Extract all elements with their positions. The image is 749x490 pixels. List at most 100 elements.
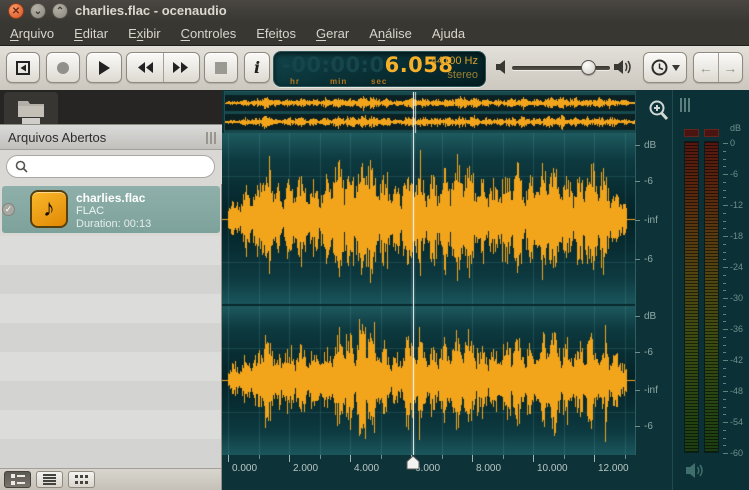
play-button[interactable]: [86, 52, 122, 83]
meter-tick: [723, 453, 728, 454]
panel-tab-strip: [0, 90, 222, 124]
time-tick: [472, 455, 473, 462]
meter-scale-label: -60: [730, 448, 744, 458]
time-tick-minor: [564, 455, 565, 459]
info-button[interactable]: i: [244, 52, 270, 83]
time-tick: [533, 455, 534, 462]
view-mode-toolbar: [0, 468, 221, 490]
meter-scale-label: 0: [730, 138, 736, 148]
clip-indicator-right: [704, 129, 719, 137]
menu-item-controles[interactable]: Controles: [171, 26, 247, 41]
monitor-speaker-icon[interactable]: [686, 462, 708, 479]
panel-header: Arquivos Abertos: [0, 124, 222, 150]
forward-button[interactable]: →: [717, 53, 743, 82]
meter-scale-label: -54: [730, 417, 744, 427]
time-unit-hr: hr: [290, 77, 300, 86]
meter-tick: [723, 445, 726, 446]
menu-item-analise[interactable]: Análise: [359, 26, 422, 41]
db-tick: [635, 259, 640, 260]
time-tick-label: 12.000: [598, 463, 629, 474]
panel-grip-handle[interactable]: [206, 132, 216, 144]
time-tick-minor: [381, 455, 382, 459]
file-list-item[interactable]: ♪ charlies.flac FLAC Duration: 00:13: [2, 186, 220, 233]
history-buttons: ← →: [693, 52, 743, 83]
meter-tick: [723, 306, 726, 307]
main-waveform[interactable]: [222, 133, 635, 455]
meter-tick: [723, 252, 726, 253]
menu-item-editar[interactable]: Editar: [64, 26, 118, 41]
file-active-check-badge[interactable]: ✓: [2, 203, 15, 216]
music-note-icon: ♪: [43, 195, 55, 222]
volume-low-icon: [496, 60, 505, 74]
meter-scale-label: -24: [730, 262, 744, 272]
fast-forward-button[interactable]: [162, 53, 200, 82]
file-format: FLAC: [76, 205, 105, 217]
db-tick: [635, 220, 640, 221]
record-icon: [57, 61, 69, 74]
search-box[interactable]: [6, 155, 215, 178]
channel-mode-label: stereo: [447, 69, 478, 81]
meter-scale-label: -12: [730, 200, 744, 210]
rewind-button[interactable]: [127, 53, 163, 82]
fast-forward-icon: [173, 62, 189, 73]
time-ruler[interactable]: 0.000 2.000 4.000 6.000 8.000 10.000 12.000: [222, 455, 672, 490]
time-tick-label: 10.000: [537, 463, 568, 474]
time-tick: [228, 455, 229, 462]
info-icon: i: [253, 58, 261, 77]
db-tick: [635, 181, 640, 182]
view-detailed-list-button[interactable]: [4, 471, 31, 488]
view-grid-button[interactable]: [68, 471, 95, 488]
meter-tick: [723, 259, 726, 260]
meter-tick: [723, 283, 726, 284]
meter-scale-label: -36: [730, 324, 744, 334]
meter-tick: [723, 376, 726, 377]
stop-icon: [215, 61, 227, 74]
time-tick: [350, 455, 351, 462]
search-input[interactable]: [33, 158, 207, 175]
meter-tick: [723, 329, 728, 330]
menu-item-gerar[interactable]: Gerar: [306, 26, 359, 41]
meter-tick: [723, 190, 726, 191]
stop-button[interactable]: [204, 52, 238, 83]
back-button[interactable]: ←: [694, 53, 718, 82]
meter-tick: [723, 360, 728, 361]
open-files-panel: Arquivos Abertos ♪ charlies.flac FLAC Du…: [0, 90, 222, 490]
window-maximize-button[interactable]: ⌃: [52, 3, 68, 19]
level-meter-right: [704, 141, 719, 453]
go-to-start-button[interactable]: [6, 52, 40, 83]
meter-tick: [723, 422, 728, 423]
time-format-button[interactable]: [643, 52, 687, 83]
meter-tick: [723, 159, 726, 160]
meter-tick: [723, 236, 728, 237]
volume-slider-knob[interactable]: [581, 60, 597, 75]
forward-arrow-icon: →: [723, 59, 738, 76]
level-meter-panel: dB 0 -6 -12 -18 -24 -30 -36 -42 -48 -54 -60: [672, 90, 749, 490]
overview-waveform[interactable]: [225, 92, 635, 133]
record-button[interactable]: [46, 52, 80, 83]
db-tick: [635, 145, 640, 146]
db-label: -6: [644, 176, 653, 187]
window-title: charlies.flac - ocenaudio: [75, 3, 227, 18]
seek-buttons: [126, 52, 200, 83]
meter-tick: [723, 321, 726, 322]
meter-tick: [723, 298, 728, 299]
window-close-button[interactable]: ✕: [8, 3, 24, 19]
time-tick-minor: [442, 455, 443, 459]
window-minimize-button[interactable]: ⌄: [30, 3, 46, 19]
title-bar: ✕ ⌄ ⌃ charlies.flac - ocenaudio: [0, 0, 749, 23]
menu-item-ajuda[interactable]: Ajuda: [422, 26, 475, 41]
meter-tick: [723, 244, 726, 245]
meter-grip-handle[interactable]: [680, 98, 690, 112]
time-display: -00:00:06.058 hr min sec 44100 Hz stereo: [273, 51, 486, 87]
playhead-marker[interactable]: [406, 455, 420, 470]
search-icon: [15, 160, 28, 173]
meter-tick: [723, 414, 726, 415]
menu-item-efeitos[interactable]: Efeitos: [246, 26, 306, 41]
menu-item-arquivo[interactable]: Arquivo: [0, 26, 64, 41]
menu-item-exibir[interactable]: Exibir: [118, 26, 171, 41]
file-duration: Duration: 00:13: [76, 218, 152, 230]
view-compact-list-button[interactable]: [36, 471, 63, 488]
rewind-icon: [137, 62, 153, 73]
meter-tick: [723, 430, 726, 431]
meter-tick: [723, 174, 728, 175]
